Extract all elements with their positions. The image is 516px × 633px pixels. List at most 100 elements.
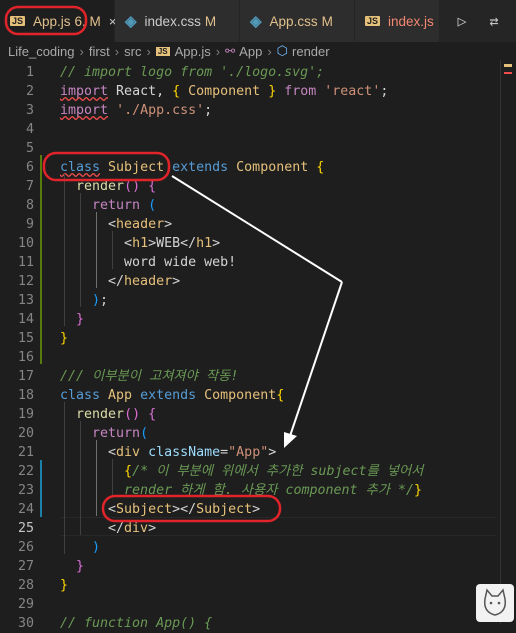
code-token: { [172, 84, 181, 99]
indent-guide [64, 174, 65, 326]
code-token: > [148, 521, 157, 536]
tab-label: index.css [144, 13, 201, 29]
code-text: render 하게 함. 사용자 component 추가 */} [60, 481, 422, 500]
code-line[interactable]: 25 </div> [0, 519, 500, 538]
code-line[interactable]: 6 class Subject extends Component { [0, 158, 500, 177]
code-token: >WEB</ [148, 236, 197, 251]
code-text: </header> [60, 272, 180, 291]
code-token: /* 이 부분에 위에서 추가한 subject를 넣어서 [132, 464, 424, 479]
breadcrumb-item[interactable]: render [292, 44, 330, 59]
code-token: header [124, 274, 173, 289]
modified-lines-gutter [40, 460, 42, 517]
code-line[interactable]: 8 return ( [0, 196, 500, 215]
code-line[interactable]: 28} [0, 576, 500, 595]
code-line[interactable]: 16 [0, 348, 500, 367]
editor-scrollbar[interactable] [500, 60, 516, 624]
code-line[interactable]: 20 return( [0, 424, 500, 443]
indent-guide [80, 421, 81, 535]
code-line[interactable]: 22 {/* 이 부분에 위에서 추가한 subject를 넣어서 [0, 462, 500, 481]
breadcrumb-item[interactable]: Life_coding [8, 44, 75, 59]
indent-guide [112, 459, 113, 497]
code-token: import [60, 103, 109, 118]
line-number: 22 [17, 464, 34, 479]
code-token: Subject [108, 160, 165, 175]
code-line[interactable]: 7 render() { [0, 177, 500, 196]
code-line[interactable]: 11 word wide web! [0, 253, 500, 272]
code-text: class App extends Component{ [60, 386, 284, 405]
code-line[interactable]: 21 <div className="App"> [0, 443, 500, 462]
code-line[interactable]: 29 [0, 595, 500, 614]
tab-badge: 6, M [74, 13, 101, 29]
code-editor[interactable]: 1 // import logo from './logo.svg'; 2 impor… [0, 60, 500, 631]
code-token: { [316, 160, 325, 175]
code-text: ); [60, 291, 108, 310]
code-line[interactable]: 9 <header> [0, 215, 500, 234]
code-token: > [164, 217, 173, 232]
code-line[interactable]: 15} [0, 329, 500, 348]
code-line[interactable]: 2 import React, { Component } from 'react… [0, 82, 500, 101]
tab-index-css[interactable]: ◈ index.css M [115, 0, 240, 42]
code-line[interactable]: 5 [0, 139, 500, 158]
code-token: header [116, 217, 165, 232]
code-text: </div> [60, 519, 156, 538]
tab-index-js[interactable]: JS index.js [355, 0, 440, 42]
code-text: import './App.css'; [60, 101, 212, 120]
breadcrumb-item[interactable]: App.js [175, 44, 211, 59]
code-line[interactable]: 19 render() { [0, 405, 500, 424]
breadcrumb-item[interactable]: src [124, 44, 141, 59]
line-number: 23 [17, 483, 34, 498]
code-line[interactable]: 24 <Subject></Subject> [0, 500, 500, 519]
tab-app-css[interactable]: ◈ App.css M [240, 0, 355, 42]
compare-changes-icon[interactable]: ⇄ [489, 12, 498, 30]
code-text: <header> [60, 215, 172, 234]
tab-label: App.css [269, 13, 318, 29]
code-line[interactable]: 3 import './App.css'; [0, 101, 500, 120]
added-lines-gutter [40, 155, 42, 364]
code-token: extends [172, 160, 229, 175]
code-token: extends [140, 388, 197, 403]
chevron-right-icon: › [114, 43, 120, 59]
code-token: Component [188, 84, 261, 99]
code-line[interactable]: 1 // import logo from './logo.svg'; [0, 63, 500, 82]
code-token: import [60, 84, 109, 99]
line-number: 9 [25, 217, 34, 232]
code-token: } [414, 483, 423, 498]
code-text: ) [60, 538, 100, 557]
code-token: < [60, 445, 117, 460]
code-line[interactable]: 14 } [0, 310, 500, 329]
code-token: > [268, 445, 277, 460]
breadcrumb-item[interactable]: first [89, 44, 110, 59]
code-token: ( [140, 426, 149, 441]
run-icon[interactable]: ▷ [457, 12, 466, 30]
code-line[interactable]: 27 } [0, 557, 500, 576]
code-token: './App.css' [116, 103, 205, 118]
code-text: } [60, 557, 84, 576]
code-line[interactable]: 26 ) [0, 538, 500, 557]
code-line[interactable]: 4 [0, 120, 500, 139]
code-line[interactable]: 17 /// 이부분이 고쳐져야 작동! [0, 367, 500, 386]
code-token: } [76, 312, 85, 327]
code-line[interactable]: 13 ); [0, 291, 500, 310]
code-token: { [148, 407, 157, 422]
code-text: render() { [60, 405, 156, 424]
css-file-icon: ◈ [250, 13, 262, 30]
code-line[interactable]: 12 </header> [0, 272, 500, 291]
code-line[interactable]: 18 class App extends Component{ [0, 386, 500, 405]
tab-app-js[interactable]: JS App.js 6, M × [0, 0, 116, 42]
tab-label: App.js [33, 13, 71, 29]
breadcrumb-item[interactable]: App [239, 44, 262, 59]
code-line[interactable]: 23 render 하게 함. 사용자 component 추가 */} [0, 481, 500, 500]
code-token: render [76, 179, 125, 194]
line-number: 21 [17, 445, 34, 460]
code-line[interactable]: 10 <h1>WEB</h1> [0, 234, 500, 253]
code-token: </ [60, 521, 125, 536]
line-number: 16 [17, 350, 34, 365]
indent-guide [64, 402, 65, 554]
code-token: > [252, 502, 261, 517]
